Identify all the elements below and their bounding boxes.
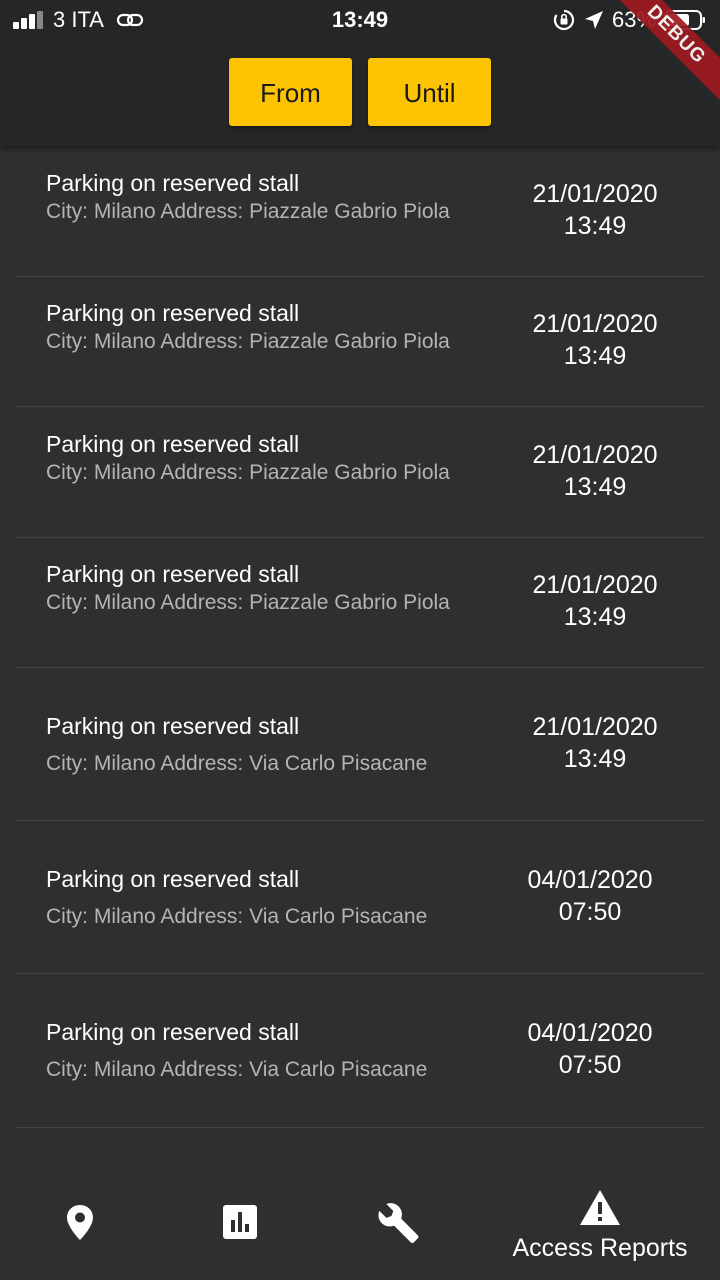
report-address: City: Milano Address: Piazzale Gabrio Pi…: [46, 200, 450, 223]
report-date: 21/01/2020: [532, 713, 658, 741]
nav-statistics[interactable]: [180, 1170, 360, 1280]
report-address: City: Milano Address: Piazzale Gabrio Pi…: [46, 461, 450, 484]
report-date: 21/01/2020: [532, 180, 658, 208]
report-row[interactable]: Parking on reserved stall City: Milano A…: [15, 277, 705, 407]
report-time: 13:49: [563, 342, 627, 370]
app-header: 3 ITA 13:49 63% From Until: [0, 0, 720, 146]
location-arrow-icon: [585, 11, 603, 29]
report-time: 07:50: [558, 1051, 622, 1079]
report-time: 13:49: [563, 212, 627, 240]
report-date: 04/01/2020: [527, 866, 653, 894]
from-date-button[interactable]: From: [229, 58, 352, 126]
nav-map[interactable]: [0, 1170, 180, 1280]
report-title: Parking on reserved stall: [46, 1019, 300, 1045]
report-row[interactable]: Parking on reserved stall City: Milano A…: [15, 146, 705, 277]
report-address: City: Milano Address: Via Carlo Pisacane: [46, 752, 428, 775]
nav-label-access-reports: Access Reports: [512, 1234, 688, 1262]
bar-chart-icon: [223, 1205, 257, 1239]
status-bar: 3 ITA 13:49 63%: [0, 0, 720, 40]
reports-list[interactable]: Parking on reserved stall City: Milano A…: [0, 146, 720, 1170]
report-row[interactable]: Parking on reserved stall City: Milano A…: [15, 538, 705, 668]
report-date: 21/01/2020: [532, 310, 658, 338]
report-title: Parking on reserved stall: [46, 300, 300, 326]
bottom-navigation-bar: Access Reports: [0, 1170, 720, 1280]
report-title: Parking on reserved stall: [46, 713, 300, 739]
report-date: 04/01/2020: [527, 1019, 653, 1047]
nav-access-reports[interactable]: Access Reports: [500, 1170, 700, 1280]
report-time: 13:49: [563, 745, 627, 773]
report-row[interactable]: Parking on reserved stall City: Milano A…: [15, 668, 705, 821]
report-date: 21/01/2020: [532, 571, 658, 599]
report-title: Parking on reserved stall: [46, 866, 300, 892]
until-date-button[interactable]: Until: [368, 58, 491, 126]
report-row[interactable]: Parking on reserved stall City: Milano A…: [15, 821, 705, 974]
report-address: City: Milano Address: Via Carlo Pisacane: [46, 1058, 428, 1081]
rotation-lock-icon: [553, 9, 575, 31]
report-time: 13:49: [563, 473, 627, 501]
report-row[interactable]: Parking on reserved stall City: Milano A…: [15, 407, 705, 538]
report-time: 13:49: [563, 603, 627, 631]
report-address: City: Milano Address: Piazzale Gabrio Pi…: [46, 330, 450, 353]
report-date: 21/01/2020: [532, 441, 658, 469]
warning-icon: [580, 1190, 620, 1225]
report-address: City: Milano Address: Piazzale Gabrio Pi…: [46, 591, 450, 614]
report-title: Parking on reserved stall: [46, 561, 300, 587]
report-time: 07:50: [558, 898, 622, 926]
map-pin-icon: [67, 1205, 93, 1240]
report-address: City: Milano Address: Via Carlo Pisacane: [46, 905, 428, 928]
report-row[interactable]: Parking on reserved stall City: Milano A…: [15, 974, 705, 1128]
wrench-icon: [378, 1203, 419, 1244]
report-title: Parking on reserved stall: [46, 170, 300, 196]
report-title: Parking on reserved stall: [46, 431, 300, 457]
